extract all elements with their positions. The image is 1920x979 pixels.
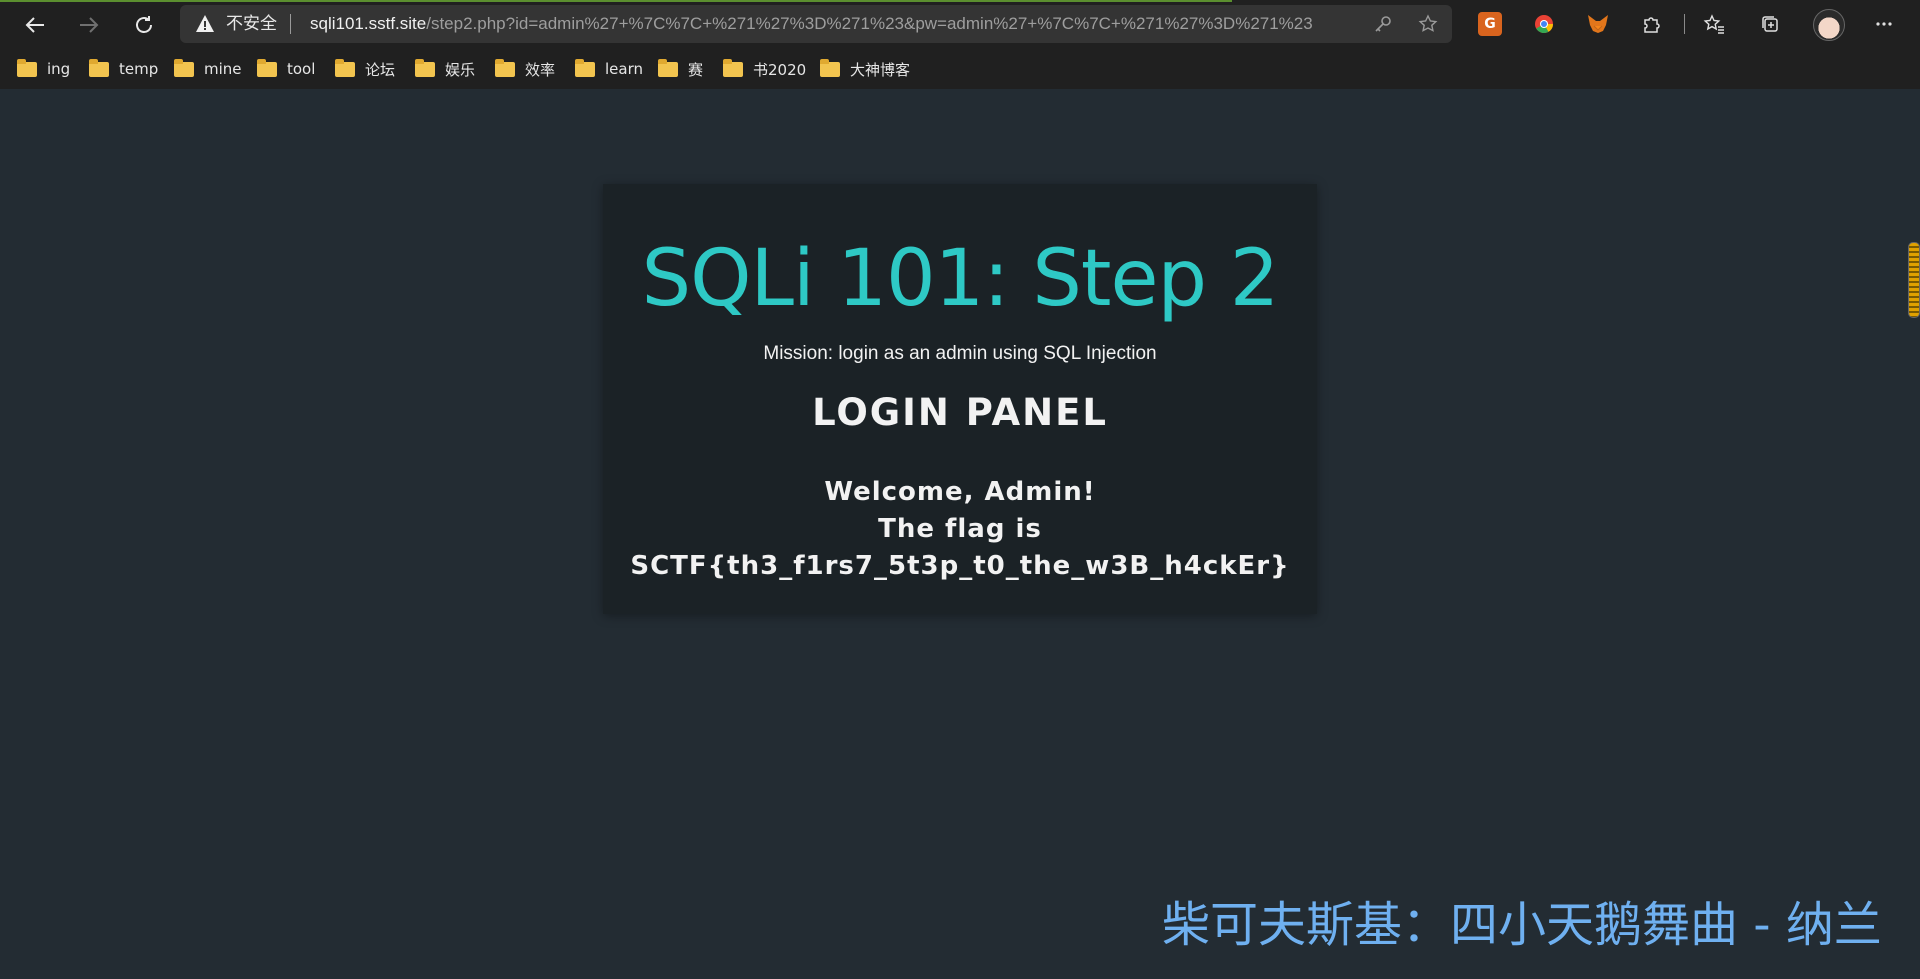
- bookmark-label: 书2020: [753, 60, 807, 79]
- bookmark-folder-expert-blogs[interactable]: 大神博客: [820, 57, 910, 81]
- bookmark-folder-contest[interactable]: 赛: [658, 57, 703, 81]
- bookmark-label: temp: [119, 60, 159, 78]
- scroll-indicator[interactable]: [1908, 242, 1920, 318]
- mission-text: Mission: login as an admin using SQL Inj…: [763, 343, 1157, 364]
- bookmark-label: 论坛: [365, 60, 396, 79]
- address-separator: [290, 14, 291, 34]
- login-card: SQLi 101: Step 2 Mission: login as an ad…: [603, 184, 1317, 614]
- folder-icon: [257, 58, 277, 77]
- bookmark-folder-learn[interactable]: learn: [575, 57, 643, 81]
- folder-icon: [723, 58, 743, 77]
- folder-icon: [820, 58, 840, 77]
- folder-icon: [89, 58, 109, 77]
- folder-icon: [415, 58, 435, 77]
- fox-extension-icon[interactable]: [1586, 12, 1610, 36]
- address-bar[interactable]: 不安全 sqli101.sstf.site/step2.php?id=admin…: [180, 5, 1452, 43]
- bookmark-folder-mine[interactable]: mine: [174, 57, 242, 81]
- bookmark-folder-books-2020[interactable]: 书2020: [723, 57, 806, 81]
- folder-icon: [17, 58, 37, 77]
- key-icon[interactable]: [1372, 13, 1394, 35]
- bookmark-folder-ing[interactable]: ing: [17, 57, 70, 81]
- favorites-icon[interactable]: [1700, 10, 1728, 38]
- folder-icon: [575, 58, 595, 77]
- toolbar-separator: [1684, 14, 1685, 34]
- chrome-extension-icon[interactable]: [1532, 12, 1556, 36]
- bookmark-label: 娱乐: [445, 60, 476, 79]
- bookmarks-bar: ing temp mine tool 论坛 娱乐 效率 learn 赛 书202…: [0, 49, 1920, 89]
- bookmark-folder-forum[interactable]: 论坛: [335, 57, 395, 81]
- flag-intro-line: The flag is: [878, 514, 1042, 544]
- profile-avatar[interactable]: [1813, 9, 1845, 41]
- bookmark-label: learn: [605, 60, 643, 78]
- page-load-progress: [0, 0, 1232, 2]
- bookmark-label: ing: [47, 60, 71, 78]
- add-favorite-icon[interactable]: [1417, 13, 1439, 35]
- bookmark-label: 效率: [525, 60, 556, 79]
- more-icon[interactable]: [1870, 10, 1898, 38]
- bookmark-folder-temp[interactable]: temp: [89, 57, 158, 81]
- folder-icon: [335, 58, 355, 77]
- flag-value: SCTF{th3_f1rs7_5t3p_t0_the_w3B_h4ckEr}: [630, 551, 1290, 581]
- bookmark-label: tool: [287, 60, 316, 78]
- back-arrow-icon: [25, 17, 44, 33]
- collections-icon[interactable]: [1756, 10, 1784, 38]
- warning-icon: [195, 14, 215, 38]
- url-host: sqli101.sstf.site: [310, 14, 427, 33]
- url-text[interactable]: sqli101.sstf.site/step2.php?id=admin%27+…: [310, 13, 1313, 35]
- folder-icon: [174, 58, 194, 77]
- bookmark-label: mine: [204, 60, 242, 78]
- page-title: SQLi 101: Step 2: [641, 234, 1280, 324]
- bookmark-label: 赛: [688, 60, 704, 79]
- extensions-puzzle-icon[interactable]: [1638, 10, 1666, 38]
- forward-arrow-icon: [80, 17, 99, 33]
- music-caption-overlay: 柴可夫斯基：四小天鹅舞曲 - 纳兰: [1162, 897, 1882, 953]
- welcome-message: Welcome, Admin! The flag is SCTF{th3_f1r…: [603, 474, 1317, 585]
- security-label[interactable]: 不安全: [226, 13, 277, 35]
- back-button[interactable]: [18, 8, 52, 42]
- folder-icon: [495, 58, 515, 77]
- browser-toolbar: 不安全 sqli101.sstf.site/step2.php?id=admin…: [0, 0, 1920, 49]
- welcome-line: Welcome, Admin!: [824, 477, 1096, 507]
- forward-button[interactable]: [72, 8, 106, 42]
- bookmark-label: 大神博客: [850, 60, 911, 79]
- translate-extension-icon[interactable]: G: [1478, 12, 1502, 36]
- bookmark-folder-entertainment[interactable]: 娱乐: [415, 57, 475, 81]
- login-panel-heading: LOGIN PANEL: [812, 391, 1108, 434]
- url-path: /step2.php?id=admin%27+%7C%7C+%271%27%3D…: [426, 14, 1313, 33]
- bookmark-folder-tool[interactable]: tool: [257, 57, 315, 81]
- refresh-icon: [136, 16, 152, 33]
- folder-icon: [658, 58, 678, 77]
- refresh-button[interactable]: [127, 8, 161, 42]
- bookmark-folder-efficiency[interactable]: 效率: [495, 57, 555, 81]
